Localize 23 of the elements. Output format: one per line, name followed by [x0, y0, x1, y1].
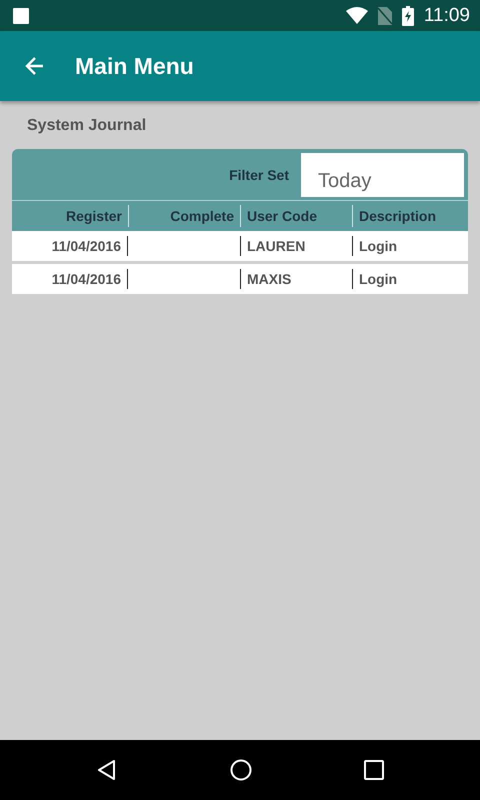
table-row[interactable]: 11/04/2016 LAUREN Login	[12, 231, 468, 261]
column-header[interactable]: User Code	[240, 205, 352, 227]
table-cell: LAUREN	[247, 238, 306, 254]
column-header[interactable]: Description	[352, 205, 467, 227]
column-header[interactable]: Complete	[128, 205, 240, 227]
home-icon[interactable]	[229, 758, 253, 782]
filter-label: Filter Set	[229, 167, 289, 183]
notification-icon	[12, 6, 30, 24]
clock-time: 11:09	[424, 4, 470, 26]
battery-charging-icon	[402, 6, 414, 26]
column-header[interactable]: Register	[12, 205, 128, 227]
table-cell: 11/04/2016	[52, 271, 121, 287]
table-cell: MAXIS	[247, 271, 292, 287]
table-cell: 11/04/2016	[52, 238, 121, 254]
wifi-icon	[346, 7, 368, 24]
table-row[interactable]: 11/04/2016 MAXIS Login	[12, 264, 468, 294]
table-cell: Login	[359, 238, 398, 254]
section-title: System Journal	[27, 117, 148, 135]
screen-title: Main Menu	[75, 52, 194, 80]
table-cell: Login	[359, 271, 398, 287]
recent-apps-icon[interactable]	[363, 759, 385, 781]
filter-field[interactable]: Today	[301, 153, 464, 197]
no-sim-icon	[378, 6, 392, 24]
